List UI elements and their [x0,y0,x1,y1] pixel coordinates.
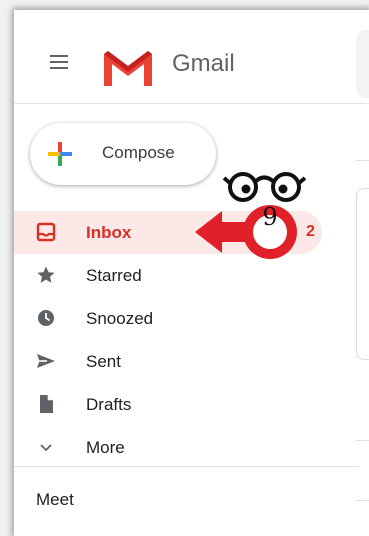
section-divider [14,466,359,467]
top-bar: Gmail [14,10,369,104]
sidebar-item-more[interactable]: More [14,426,369,469]
divider [356,500,369,501]
compose-label: Compose [102,143,175,162]
send-icon [37,354,55,368]
menu-line [50,67,68,69]
main-menu-button[interactable] [48,53,70,71]
inbox-icon [36,222,56,242]
sidebar-item-label: Snoozed [86,309,154,328]
annotation-number: 9 [262,203,278,231]
sidebar-item-sent[interactable]: Sent [14,340,369,383]
app-title[interactable]: Gmail [172,50,235,78]
sidebar-item-starred[interactable]: Starred [14,254,369,297]
sidebar-item-label: Sent [86,352,121,371]
gmail-m-logo-icon[interactable] [102,48,154,88]
unread-count: 2 [306,223,315,240]
clock-icon [38,310,54,326]
chevron-down-icon [40,444,52,452]
gmail-window: Gmail Compose Inbox 2 Starred Snoozed Se… [14,10,369,536]
sidebar-item-label: Drafts [86,395,132,414]
menu-line [50,61,68,63]
compose-button[interactable]: Compose [30,123,216,185]
star-icon [37,266,55,283]
search-bar[interactable] [356,30,369,98]
sidebar-item-snoozed[interactable]: Snoozed [14,297,369,340]
menu-line [50,55,68,57]
sidebar-item-label: Inbox [86,223,132,242]
sidebar-item-label: More [86,438,125,457]
sidebar-item-label: Starred [86,266,142,285]
sidebar-item-drafts[interactable]: Drafts [14,383,369,426]
sidebar-nav: Inbox 2 Starred Snoozed Sent Drafts More [14,211,369,469]
meet-section-title[interactable]: Meet [36,490,74,510]
draft-icon [40,395,53,413]
plus-icon [48,142,72,166]
divider [356,160,369,161]
